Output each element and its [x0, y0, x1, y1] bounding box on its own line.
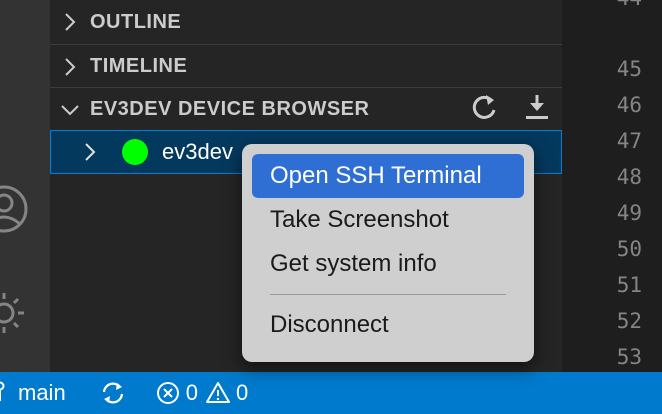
section-header-ev3dev-device-browser[interactable]: EV3DEV DEVICE BROWSER [50, 87, 562, 131]
line-number: 52 [616, 309, 642, 333]
status-bar: main 0 0 [0, 372, 662, 414]
branch-name: main [18, 380, 66, 405]
menu-item-open-ssh-terminal[interactable]: Open SSH Terminal [252, 154, 524, 198]
editor-gutter: 44 45 46 47 48 49 50 51 52 53 [562, 0, 662, 372]
sync-icon[interactable] [100, 372, 126, 414]
menu-item-get-system-info[interactable]: Get system info [252, 242, 524, 286]
line-number: 50 [616, 237, 642, 261]
section-header-timeline[interactable]: TIMELINE [50, 44, 562, 88]
vscode-window: OUTLINE TIMELINE EV3DEV DEVICE BROWSER e… [0, 0, 662, 414]
problems-status[interactable]: 0 0 [156, 372, 249, 414]
line-number: 48 [616, 165, 642, 189]
section-label: TIMELINE [90, 55, 188, 77]
line-number: 44 [582, 0, 642, 10]
error-count: 0 [185, 380, 198, 405]
refresh-icon[interactable] [472, 93, 498, 127]
activity-bar [0, 0, 50, 372]
line-number: 49 [616, 201, 642, 225]
chevron-right-icon[interactable] [80, 142, 100, 162]
line-number: 51 [616, 273, 642, 297]
git-branch-icon [0, 381, 10, 405]
menu-item-take-screenshot[interactable]: Take Screenshot [252, 198, 524, 242]
line-number: 47 [616, 129, 642, 153]
device-name: ev3dev [162, 139, 233, 164]
chevron-down-icon [60, 100, 80, 120]
line-number: 45 [616, 57, 642, 81]
line-number: 53 [616, 345, 642, 369]
warning-icon [205, 381, 230, 405]
chevron-right-icon [60, 12, 80, 32]
account-icon[interactable] [0, 184, 50, 234]
device-status-indicator [122, 139, 148, 165]
section-actions [472, 88, 550, 132]
line-number: 46 [616, 93, 642, 117]
menu-item-disconnect[interactable]: Disconnect [252, 303, 524, 347]
error-icon [156, 381, 180, 405]
warning-count: 0 [235, 380, 249, 405]
context-menu: Open SSH Terminal Take Screenshot Get sy… [242, 144, 534, 362]
settings-gear-icon[interactable] [0, 288, 50, 338]
download-icon[interactable] [524, 93, 550, 127]
section-label: EV3DEV DEVICE BROWSER [90, 98, 370, 120]
menu-separator [270, 294, 506, 295]
branch-status[interactable]: main [0, 372, 66, 414]
section-header-outline[interactable]: OUTLINE [50, 0, 562, 44]
chevron-right-icon [60, 57, 80, 77]
section-label: OUTLINE [90, 10, 182, 33]
